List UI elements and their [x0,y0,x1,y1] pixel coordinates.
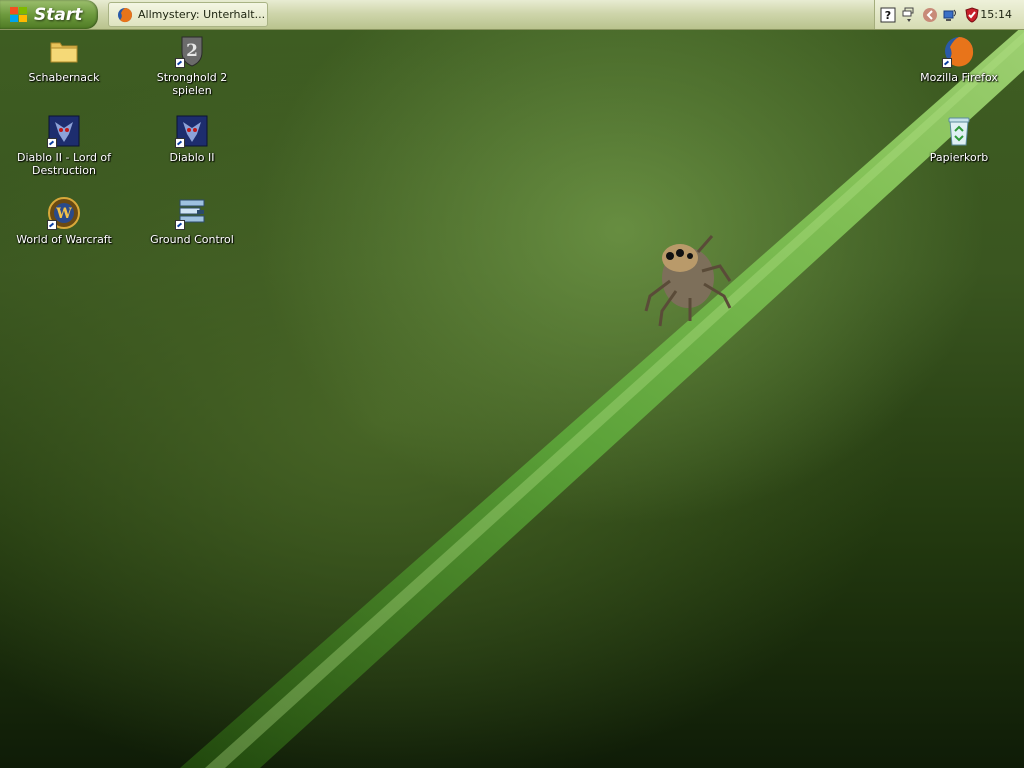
desktop-icon-label: Diablo II [169,151,215,164]
taskbar-window-title: Allmystery: Unterhalt... [138,8,266,21]
shortcut-arrow-icon [47,220,57,230]
desktop-icon-world-of-warcraft[interactable]: W World of Warcraft [16,196,112,246]
shortcut-arrow-icon [175,58,185,68]
desktop-icon-papierkorb[interactable]: Papierkorb [911,114,1007,164]
system-clock: 15:14 [980,8,1012,21]
desktop-icon-label: Ground Control [150,233,234,246]
desktop-icon-label: World of Warcraft [16,233,112,246]
desktop-icon-diablo-2[interactable]: Diablo II [144,114,240,164]
desktop-icon-label: Papierkorb [929,151,989,164]
desktop-icon-label: Mozilla Firefox [920,71,998,84]
desktop-icon-ground-control[interactable]: Ground Control [144,196,240,246]
taskbar: Start Allmystery: Unterhalt... ? 15:14 [0,0,1024,30]
desktop-icon-diablo-2-lod[interactable]: Diablo II - Lord of Destruction [16,114,112,177]
network-connection-icon[interactable] [943,7,959,23]
start-label: Start [34,4,83,25]
folder-icon [50,42,78,63]
firefox-icon [118,7,133,22]
desktop-icon-mozilla-firefox[interactable]: Mozilla Firefox [911,34,1007,84]
windows-logo-icon [10,6,27,22]
svg-text:W: W [55,206,72,222]
shortcut-arrow-icon [47,138,57,148]
shortcut-arrow-icon [175,138,185,148]
start-button[interactable]: Start [0,0,98,29]
jumping-spider-image [644,235,732,327]
desktop-icon-stronghold-2[interactable]: 2 Stronghold 2 spielen [144,34,240,97]
svg-text:2: 2 [186,41,198,61]
network-toggle-icon[interactable] [901,7,917,23]
help-icon[interactable]: ? [880,7,896,23]
svg-text:?: ? [885,9,891,22]
recycle-bin-icon [948,117,970,146]
desktop-icon-label: Schabernack [28,71,100,84]
desktop-icon-schabernack[interactable]: Schabernack [16,34,112,84]
security-shield-icon[interactable] [964,6,980,23]
collapse-arrow-icon[interactable] [922,7,938,23]
shortcut-arrow-icon [942,58,952,68]
shortcut-arrow-icon [175,220,185,230]
taskbar-window-firefox[interactable]: Allmystery: Unterhalt... [108,2,268,27]
system-tray: ? 15:14 [874,0,1024,29]
desktop-icon-label: Stronghold 2 spielen [156,71,228,97]
desktop-icon-label: Diablo II - Lord of Destruction [16,151,112,177]
